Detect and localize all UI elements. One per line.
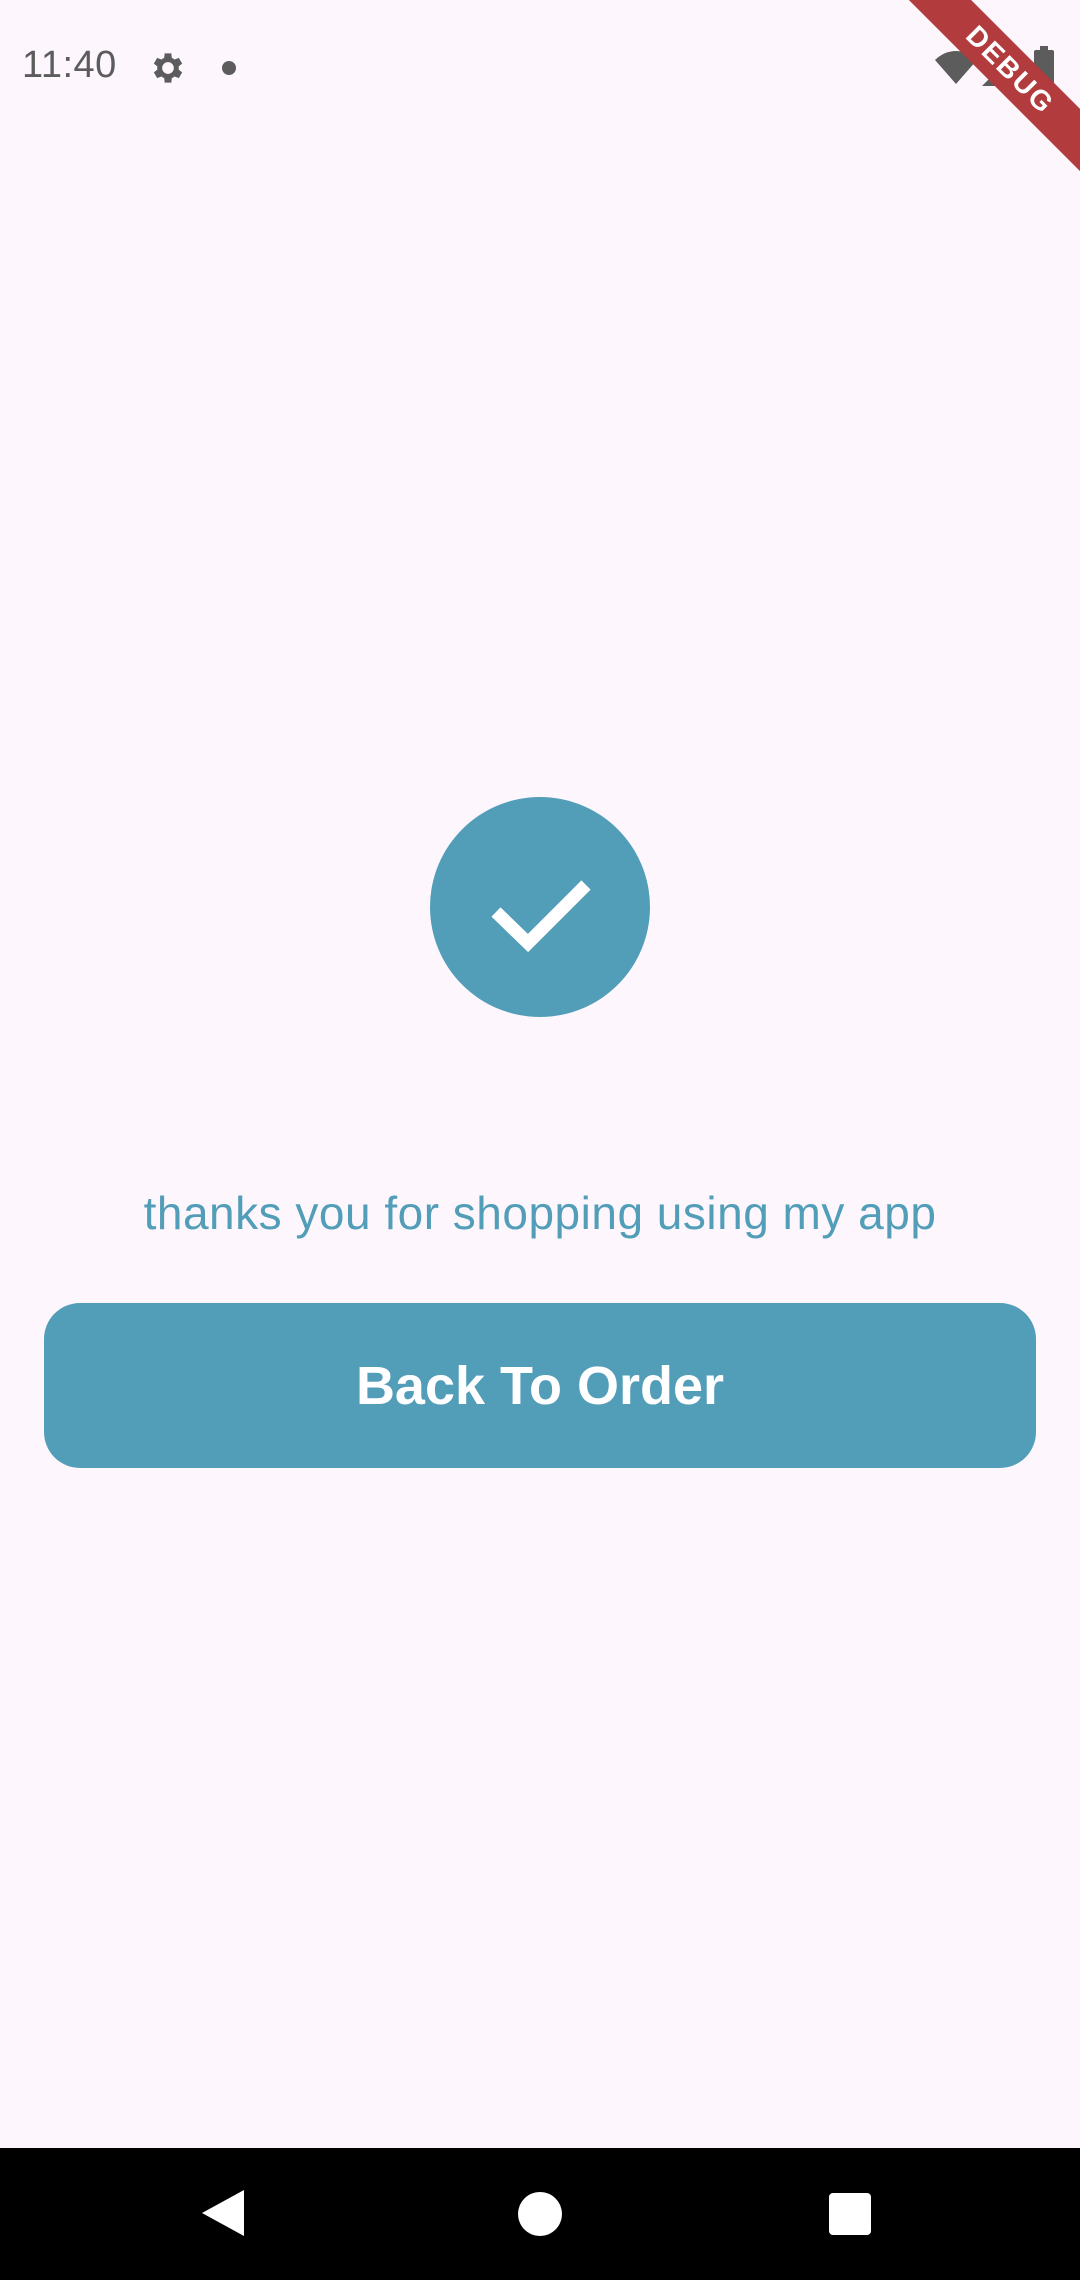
recents-square-icon[interactable] bbox=[829, 2193, 871, 2235]
battery-icon bbox=[1032, 46, 1056, 88]
status-bar: 11:40 bbox=[0, 0, 1080, 135]
thank-you-message: thanks you for shopping using my app bbox=[143, 1187, 937, 1239]
notification-dot-icon bbox=[222, 61, 236, 75]
check-icon bbox=[491, 880, 591, 953]
home-circle-icon[interactable] bbox=[518, 2192, 562, 2236]
system-navigation-bar bbox=[0, 2148, 1080, 2280]
back-to-order-button[interactable]: Back To Order bbox=[44, 1303, 1036, 1468]
success-check-badge bbox=[430, 797, 650, 1017]
back-triangle-icon[interactable] bbox=[200, 2188, 246, 2238]
signal-icon bbox=[980, 48, 1020, 88]
gear-icon bbox=[148, 48, 188, 88]
wifi-icon bbox=[934, 50, 978, 86]
status-time: 11:40 bbox=[22, 44, 117, 86]
